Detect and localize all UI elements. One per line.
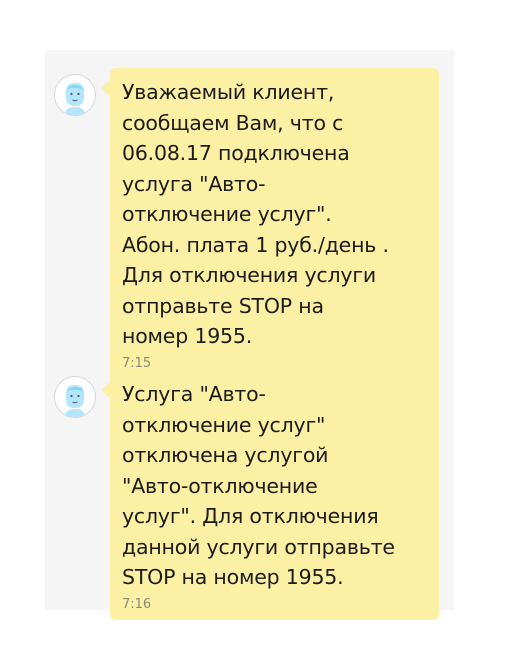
contact-avatar-icon[interactable]	[54, 376, 96, 418]
conversation-panel: Уважаемый клиент, сообщаем Вам, что с 06…	[45, 50, 454, 620]
message-timestamp: 7:16	[122, 596, 152, 612]
message-bubble[interactable]: Уважаемый клиент, сообщаем Вам, что с 06…	[101, 68, 439, 379]
message-bubble[interactable]: Услуга "Авто- отключение услуг" отключен…	[101, 370, 439, 620]
message-text: Услуга "Авто- отключение услуг" отключен…	[122, 382, 395, 589]
contact-avatar-icon[interactable]	[54, 74, 96, 116]
message-timestamp: 7:15	[122, 355, 152, 371]
message-text: Уважаемый клиент, сообщаем Вам, что с 06…	[122, 80, 389, 348]
